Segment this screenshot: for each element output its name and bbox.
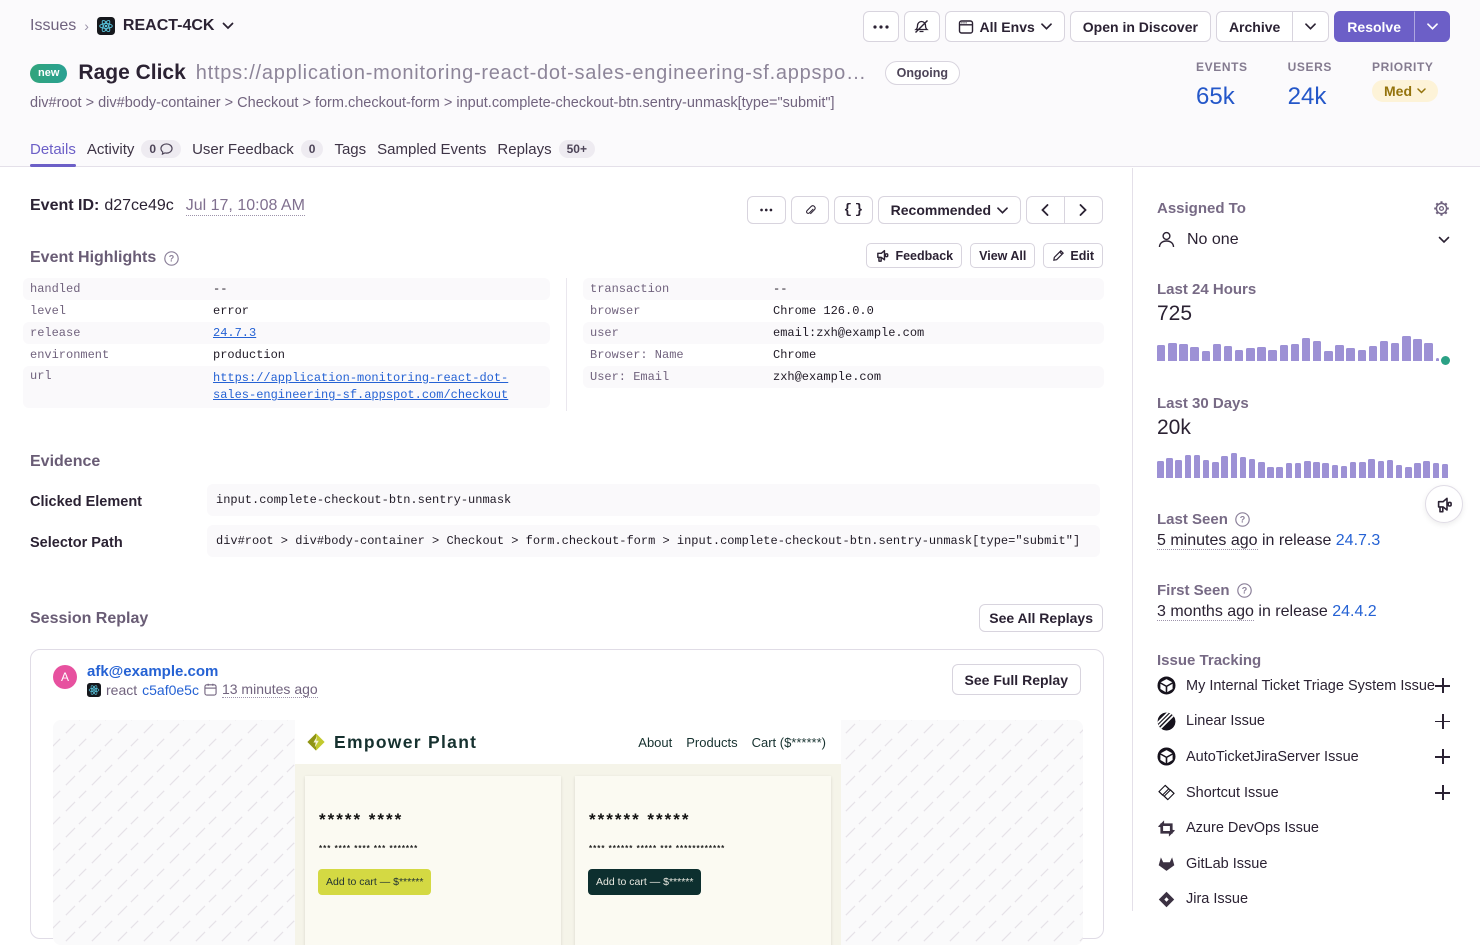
svg-text:?: ? <box>1240 515 1246 525</box>
svg-text:?: ? <box>1241 586 1247 596</box>
svg-text:?: ? <box>169 253 175 263</box>
